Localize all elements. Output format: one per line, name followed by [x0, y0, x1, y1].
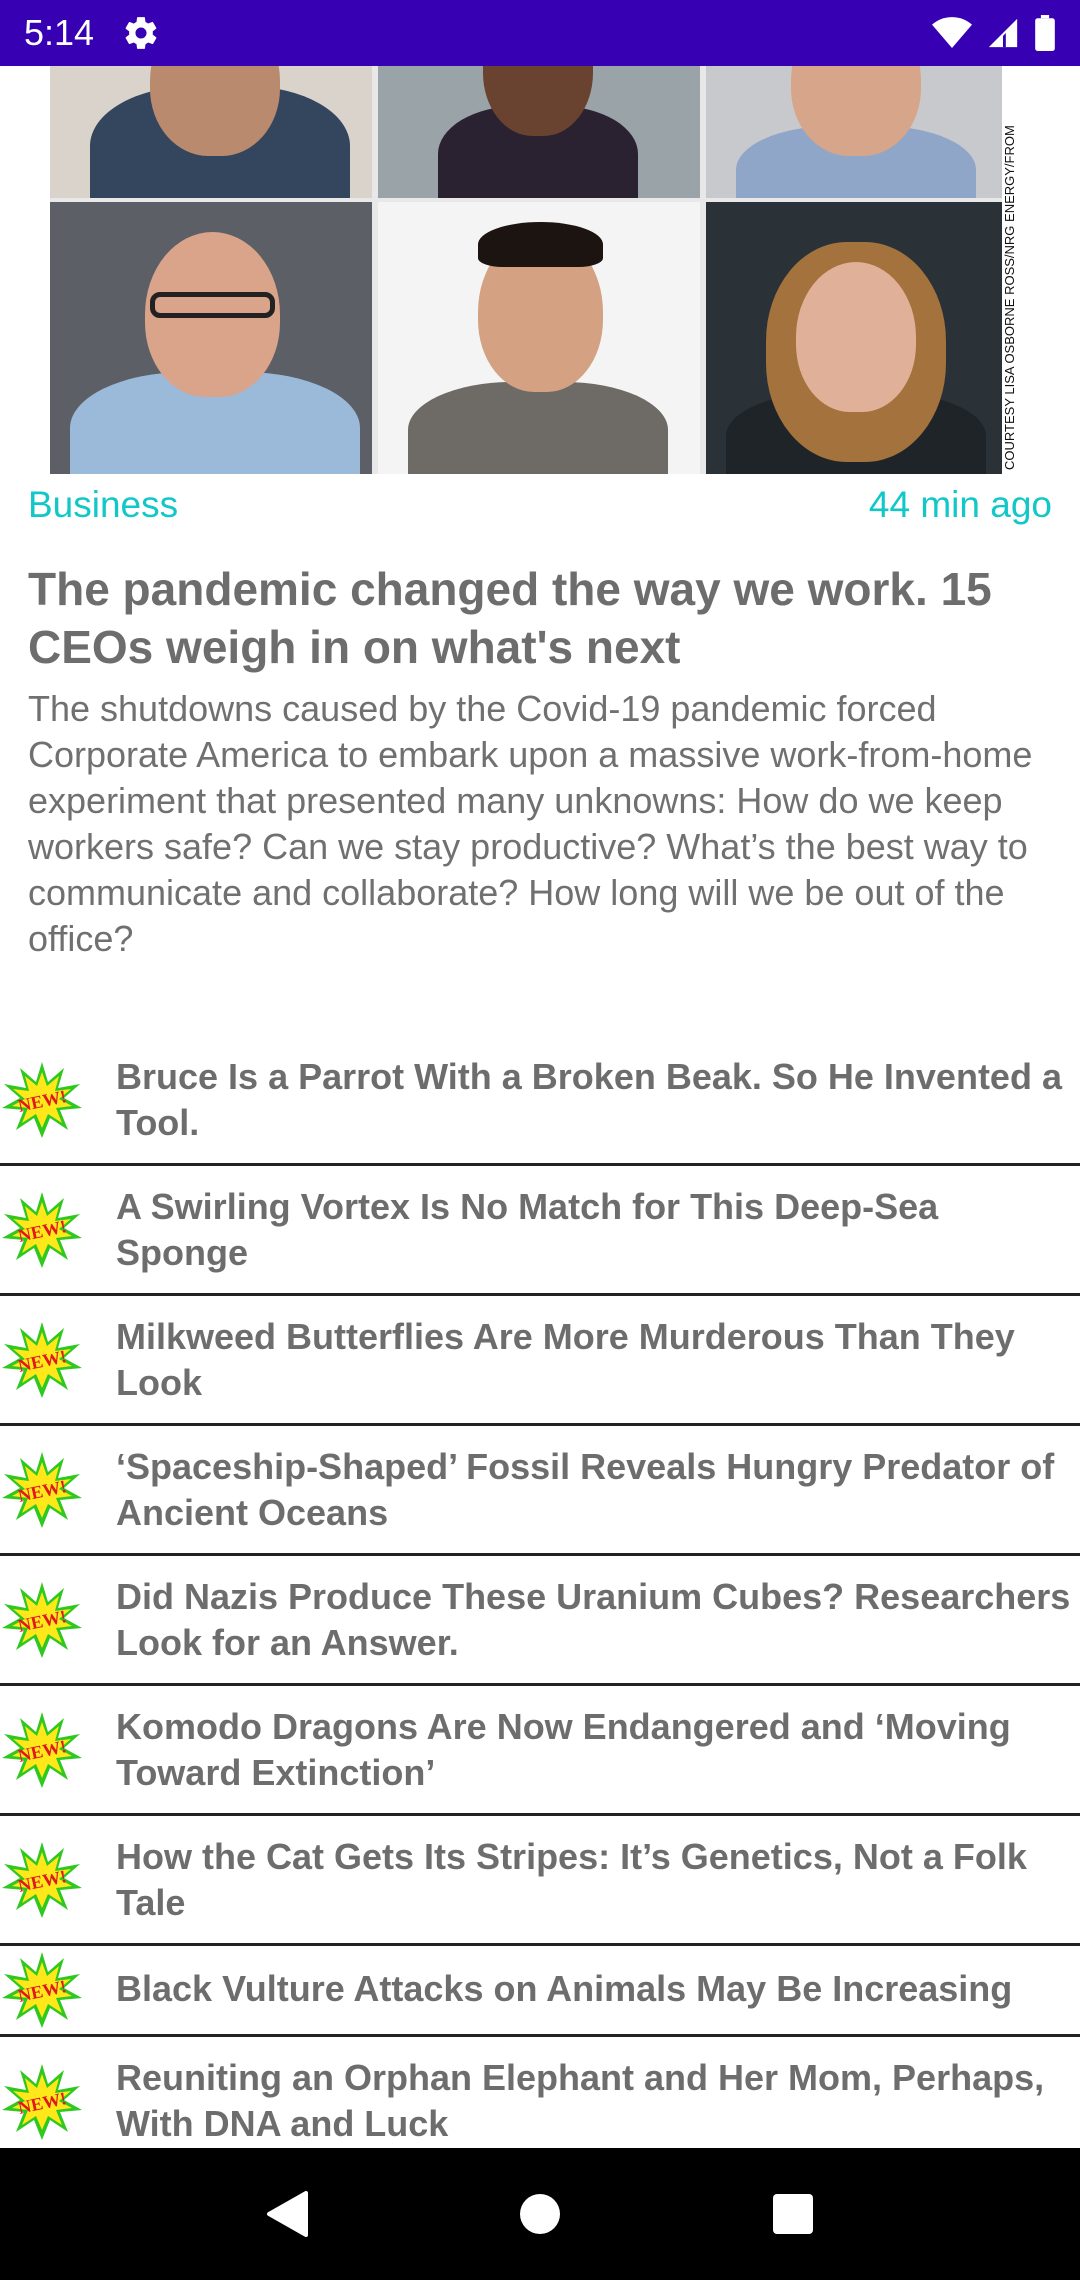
navigation-bar	[0, 2148, 1080, 2280]
featured-image[interactable]: COURTESY LISA OSBORNE ROSS/NRG ENERGY/FR…	[50, 66, 1028, 474]
featured-headline[interactable]: The pandemic changed the way we work. 15…	[28, 560, 1048, 676]
new-badge-icon: NEW!	[2, 1581, 82, 1658]
list-item[interactable]: NEW! Did Nazis Produce These Uranium Cub…	[0, 1556, 1080, 1686]
news-title[interactable]: Komodo Dragons Are Now Endangered and ‘M…	[116, 1704, 1080, 1796]
new-badge-icon: NEW!	[2, 2064, 82, 2140]
status-time: 5:14	[24, 12, 95, 53]
new-badge-icon: NEW!	[2, 1711, 82, 1788]
list-item[interactable]: NEW! Reuniting an Orphan Elephant and He…	[0, 2037, 1080, 2148]
news-title[interactable]: Bruce Is a Parrot With a Broken Beak. So…	[116, 1054, 1080, 1146]
news-title[interactable]: ‘Spaceship-Shaped’ Fossil Reveals Hungry…	[116, 1444, 1080, 1536]
gear-icon	[125, 17, 157, 49]
image-credit: COURTESY LISA OSBORNE ROSS/NRG ENERGY/FR…	[1002, 66, 1028, 474]
featured-summary[interactable]: The shutdowns caused by the Covid-19 pan…	[28, 686, 1048, 962]
list-item[interactable]: NEW! A Swirling Vortex Is No Match for T…	[0, 1166, 1080, 1296]
category-label[interactable]: Business	[28, 484, 178, 526]
new-badge-icon: NEW!	[2, 1061, 82, 1138]
back-button[interactable]	[257, 2184, 317, 2244]
back-triangle-icon	[266, 2191, 308, 2237]
portrait-photo	[378, 66, 700, 198]
news-title[interactable]: Milkweed Butterflies Are More Murderous …	[116, 1314, 1080, 1406]
new-badge-icon: NEW!	[2, 1841, 82, 1918]
news-title[interactable]: A Swirling Vortex Is No Match for This D…	[116, 1184, 1080, 1276]
list-item[interactable]: NEW! How the Cat Gets Its Stripes: It’s …	[0, 1816, 1080, 1946]
battery-icon	[1035, 15, 1055, 51]
portrait-photo	[706, 202, 1002, 474]
portrait-photo	[50, 202, 372, 474]
home-button[interactable]	[510, 2184, 570, 2244]
time-ago: 44 min ago	[868, 484, 1052, 525]
news-list: NEW! Bruce Is a Parrot With a Broken Bea…	[0, 1036, 1080, 2148]
news-title[interactable]: Black Vulture Attacks on Animals May Be …	[116, 1966, 1080, 2012]
recents-button[interactable]	[763, 2184, 823, 2244]
news-title[interactable]: Reuniting an Orphan Elephant and Her Mom…	[116, 2055, 1080, 2147]
signal-icon	[988, 18, 1018, 48]
list-item[interactable]: NEW! Bruce Is a Parrot With a Broken Bea…	[0, 1036, 1080, 1166]
list-item[interactable]: NEW! Milkweed Butterflies Are More Murde…	[0, 1296, 1080, 1426]
news-title[interactable]: Did Nazis Produce These Uranium Cubes? R…	[116, 1574, 1080, 1666]
home-circle-icon	[519, 2194, 560, 2234]
news-title[interactable]: How the Cat Gets Its Stripes: It’s Genet…	[116, 1834, 1080, 1926]
list-item[interactable]: NEW! ‘Spaceship-Shaped’ Fossil Reveals H…	[0, 1426, 1080, 1556]
list-item[interactable]: NEW! Komodo Dragons Are Now Endangered a…	[0, 1686, 1080, 1816]
recents-square-icon	[773, 2194, 814, 2234]
portrait-photo	[706, 66, 1006, 198]
new-badge-icon: NEW!	[2, 1952, 82, 2028]
status-bar: 5:14	[0, 0, 1080, 66]
portrait-photo	[378, 202, 700, 474]
new-badge-icon: NEW!	[2, 1321, 82, 1398]
status-icons	[932, 15, 1056, 51]
new-badge-icon: NEW!	[2, 1451, 82, 1528]
new-badge-icon: NEW!	[2, 1191, 82, 1268]
portrait-photo	[50, 66, 372, 198]
list-item[interactable]: NEW! Black Vulture Attacks on Animals Ma…	[0, 1946, 1080, 2037]
article-meta: Business 44 min ago	[28, 480, 1052, 530]
content-area[interactable]: COURTESY LISA OSBORNE ROSS/NRG ENERGY/FR…	[0, 66, 1080, 2148]
wifi-icon	[932, 17, 972, 48]
